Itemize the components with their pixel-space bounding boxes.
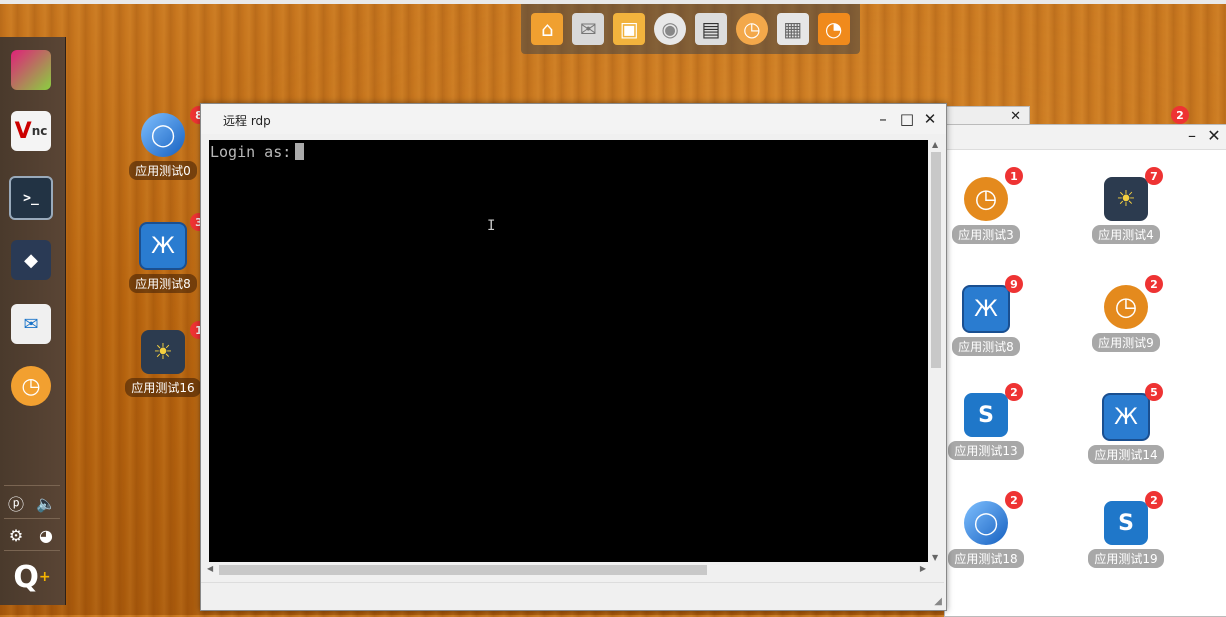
scroll-right-icon[interactable]: ▶ [920, 564, 926, 573]
notification-badge: 5 [1145, 383, 1163, 401]
volume-icon[interactable]: 🔈 [34, 491, 58, 515]
app-list-window: – ✕ ◷ 应用测试3 1 ☀ 应用测试4 7 Ж 应用测试8 9 ◷ 应用测试… [944, 124, 1226, 617]
desktop-icon[interactable]: ☀ 应用测试16 1 [123, 321, 208, 397]
app-item-label: 应用测试18 [948, 549, 1024, 568]
weather-app-icon: ☀ [141, 330, 185, 374]
terminal-icon[interactable]: >_ [8, 175, 54, 221]
butterfly-app-icon: Ж [962, 285, 1010, 333]
rdp-window-titlebar[interactable]: 远程 rdp – □ ✕ [201, 104, 946, 134]
close-button[interactable]: ✕ [1205, 127, 1223, 145]
window-title: 远程 rdp [223, 114, 271, 128]
vnc-label: nc [31, 124, 48, 138]
mail-client-icon[interactable]: ✉ [8, 301, 54, 347]
app-item-label: 应用测试14 [1088, 445, 1164, 464]
butterfly-app-icon: Ж [139, 222, 187, 270]
clock-icon[interactable]: ◷ [8, 363, 54, 409]
rdp-window: 远程 rdp – □ ✕ Login as: I ▲ ▼ ◀ ▶ ◢ [200, 103, 947, 611]
home-icon[interactable]: ⌂ [531, 13, 564, 45]
gallery-icon[interactable] [8, 47, 54, 93]
notification-badge: 1 [1005, 167, 1023, 185]
globe-app-icon: ◯ [964, 501, 1008, 545]
close-button[interactable]: ✕ [920, 109, 940, 129]
globe-app-icon: ◯ [141, 113, 185, 157]
app-item[interactable]: Ж 应用测试14 5 [1081, 383, 1171, 464]
dock-divider [4, 485, 60, 486]
disc-icon[interactable]: ◉ [654, 13, 687, 45]
login-prompt: Login as: [210, 143, 292, 161]
ip-icon[interactable]: ⓟ [4, 491, 28, 515]
desktop-icon-label: 应用测试0 [129, 161, 197, 180]
left-dock: Vnc >_ ◆ ✉ ◷ ⓟ 🔈 ⚙ ◕ Q + [0, 37, 66, 605]
remote-desktop-icon[interactable]: ◆ [8, 237, 54, 283]
dock-divider [4, 550, 60, 551]
desktop-icon-label: 应用测试16 [125, 378, 201, 397]
minimize-button[interactable]: – [1183, 127, 1201, 145]
notification-badge: 9 [1005, 275, 1023, 293]
terminal-line: Login as: [210, 143, 305, 161]
notification-badge: 2 [1171, 106, 1189, 124]
maximize-button[interactable]: □ [897, 109, 917, 129]
scroll-up-icon[interactable]: ▲ [932, 140, 938, 149]
app-item-label: 应用测试13 [948, 441, 1024, 460]
horizontal-scroll-thumb[interactable] [219, 565, 707, 575]
desktop-icon[interactable]: ◯ 应用测试0 8 [123, 106, 208, 180]
desktop-icon[interactable]: Ж 应用测试8 3 [123, 213, 208, 293]
palette-icon[interactable]: ◕ [34, 523, 58, 547]
vertical-scroll-thumb[interactable] [931, 152, 941, 368]
notification-badge: 2 [1005, 491, 1023, 509]
scroll-down-icon[interactable]: ▼ [932, 553, 938, 562]
notification-badge: 7 [1145, 167, 1163, 185]
notification-badge: 2 [1145, 491, 1163, 509]
vertical-scrollbar[interactable]: ▲ ▼ [928, 140, 944, 562]
app-item-label: 应用测试8 [952, 337, 1020, 356]
text-cursor [295, 143, 305, 160]
top-dock: ⌂ ✉ ▣ ◉ ▤ ◷ ▦ ◔ [521, 4, 860, 54]
resize-grip-icon[interactable]: ◢ [934, 596, 942, 607]
app-item-label: 应用测试9 [1092, 333, 1160, 352]
clock-app-icon: ◷ [964, 177, 1008, 221]
weather-app-icon: ☀ [1104, 177, 1148, 221]
vnc-icon[interactable]: Vnc [8, 108, 54, 154]
horizontal-scrollbar[interactable]: ◀ ▶ [205, 562, 928, 578]
app-item[interactable]: S 应用测试13 2 [941, 383, 1031, 460]
settings-gear-icon[interactable]: ⚙ [4, 523, 28, 547]
app-item-label: 应用测试19 [1088, 549, 1164, 568]
dock-divider [4, 518, 60, 519]
status-bar: ◢ [201, 582, 944, 609]
notification-badge: 2 [1145, 275, 1163, 293]
clock-icon[interactable]: ◷ [735, 13, 768, 45]
app-list-window-titlebar[interactable]: – ✕ [945, 125, 1226, 150]
clock-app-icon: ◷ [1104, 285, 1148, 329]
notification-badge: 2 [1005, 383, 1023, 401]
s-map-app-icon: S [964, 393, 1008, 437]
butterfly-app-icon: Ж [1102, 393, 1150, 441]
app-item-label: 应用测试3 [952, 225, 1020, 244]
desktop-icon-label: 应用测试8 [129, 274, 197, 293]
app-item-label: 应用测试4 [1092, 225, 1160, 244]
rss-icon[interactable]: ◔ [817, 13, 850, 45]
minimize-button[interactable]: – [873, 109, 893, 129]
ibeam-cursor-icon: I [487, 218, 496, 234]
briefcase-icon[interactable]: ▣ [613, 13, 646, 45]
app-item[interactable]: ☀ 应用测试4 7 [1081, 167, 1171, 244]
app-item[interactable]: Ж 应用测试8 9 [941, 275, 1031, 356]
scroll-left-icon[interactable]: ◀ [207, 564, 213, 573]
q-plus-icon[interactable]: Q + [12, 559, 52, 595]
app-item[interactable]: ◯ 应用测试18 2 [941, 491, 1031, 568]
mail-icon[interactable]: ✉ [572, 13, 605, 45]
calendar-icon[interactable]: ▦ [776, 13, 809, 45]
app-item[interactable]: S 应用测试19 2 [1081, 491, 1171, 568]
app-item[interactable]: ◷ 应用测试9 2 [1081, 275, 1171, 352]
clapper-icon[interactable]: ▤ [694, 13, 727, 45]
s-map-app-icon: S [1104, 501, 1148, 545]
terminal-area[interactable]: Login as: I [209, 140, 928, 562]
app-item[interactable]: ◷ 应用测试3 1 [941, 167, 1031, 244]
close-icon[interactable]: ✕ [1010, 109, 1021, 124]
